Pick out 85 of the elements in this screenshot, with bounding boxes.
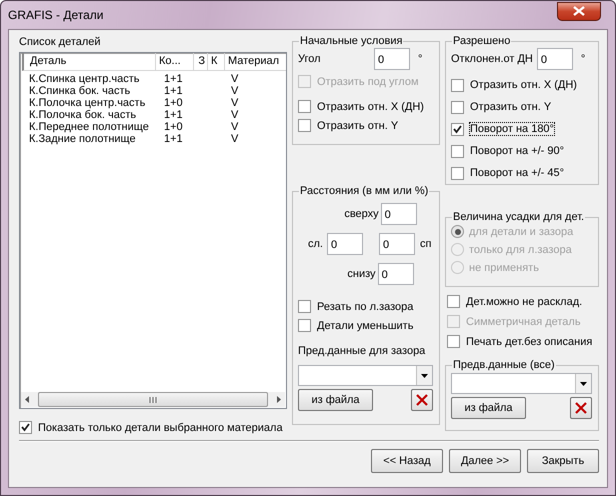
list-row[interactable]: К.Переднее полотнище 1+0 V [24,121,286,133]
clear-button[interactable] [570,397,592,419]
list-row[interactable]: К.Полочка бок. часть 1+1 V [24,109,286,121]
option-checkbox[interactable]: Дет.можно не расклад. [447,294,599,309]
radio-label: для детали и зазора [469,226,574,238]
scroll-left-icon[interactable] [25,396,30,403]
option-checkbox[interactable]: Резать по л.зазора [298,299,433,314]
radio-label: не применять [469,262,539,274]
unit-label: ° [418,53,422,65]
dialog-button[interactable]: << Назад [371,449,443,473]
x-icon [416,394,428,406]
option-checkbox[interactable]: Поворот на +/- 45° [451,166,592,180]
left-label: сл. [308,238,323,250]
clear-button[interactable] [411,389,433,411]
group-title: Начальные условия [299,35,404,47]
close-icon [573,6,585,16]
table-cell-text: 1+1 [163,85,184,97]
load-file-button[interactable]: из файла [298,389,373,411]
table-cell-text: К.Полочка бок. часть [28,109,138,121]
option-checkbox[interactable]: Печать дет.без описания [447,334,599,349]
option-checkbox[interactable]: Поворот на 180° [451,122,592,136]
caret-icon [580,382,587,386]
angle-field[interactable]: 0 [374,48,410,70]
table-cell-text: V [230,109,240,121]
grip-icon [149,396,157,402]
group-title: Расстояния (в мм или %) [299,185,430,197]
load-file-button[interactable]: из файла [451,397,526,419]
list-label: Список деталей [19,35,102,49]
horizontal-scrollbar[interactable] [21,392,285,407]
table-cell-text: К.Полочка центр.часть [28,97,146,109]
check-icon [453,124,462,134]
list-row[interactable]: К.Спинка центр.часть 1+1 V [24,73,286,85]
radio-label: только для л.зазора [469,244,572,256]
table-cell-text: К.Спинка центр.часть [28,73,141,85]
table-cell-text: 1+0 [163,121,184,133]
dialog-button[interactable]: Закрыть [527,449,599,473]
table-cell-text: 1+1 [163,133,184,145]
table-cell-text: V [230,97,240,109]
bottom-label: снизу [347,268,376,280]
group-title: Разрешено [452,35,512,47]
right-distance-field[interactable]: 0 [378,233,415,255]
scroll-right-icon[interactable] [276,396,281,403]
column-header[interactable]: Материал [225,53,285,70]
list-row[interactable]: К.Задние полотнище 1+1 V [24,133,286,145]
option-checkbox[interactable]: Отразить отн. Y [298,118,433,133]
option-checkbox[interactable]: Отразить отн. Y [451,100,592,114]
column-header[interactable]: З [194,53,208,70]
table-cell-text: V [230,85,240,97]
list-row[interactable]: К.Полочка центр.часть 1+0 V [24,97,286,109]
option-checkbox[interactable]: Отразить отн. X (ДН) [298,99,433,114]
top-distance-field[interactable]: 0 [380,203,417,225]
filter-checkbox[interactable]: Показать только детали выбранного материала [19,420,287,435]
dialog-button[interactable]: Далее >> [449,449,521,473]
table-cell-text: 1+1 [163,109,184,121]
option-checkbox[interactable]: Детали уменьшить [298,318,433,333]
table-cell-text: К.Спинка бок. часть [28,85,132,97]
table-cell-text: К.Переднее полотнище [28,121,150,133]
column-header[interactable]: К [208,53,225,70]
window-title: GRAFIS - Детали [8,8,104,22]
column-header[interactable]: Ко... [156,53,194,70]
table-cell-text: К.Задние полотнище [28,133,137,145]
preset-label: Пред.данные для зазора [298,345,426,357]
option-checkbox[interactable]: Поворот на +/- 90° [451,144,592,158]
option-checkbox[interactable]: Отразить отн. X (ДН) [451,78,592,92]
top-label: сверху [344,208,379,220]
table-cell-text: 1+0 [163,97,184,109]
deviation-label: Отклонен.от ДН [451,53,533,65]
group-title: Величина усадки для дет. [452,211,586,223]
deviation-field[interactable]: 0 [536,48,573,70]
table-cell-text: V [230,73,240,85]
left-distance-field[interactable]: 0 [326,233,363,255]
list-row[interactable]: К.Спинка бок. часть 1+1 V [24,85,286,97]
bottom-distance-field[interactable]: 0 [378,263,414,285]
column-header[interactable]: Деталь [24,53,156,70]
group-title: Предв.данные (все) [452,359,556,371]
close-button[interactable] [557,2,601,20]
unit-label: ° [580,53,586,65]
table-cell-text: 1+1 [163,73,184,85]
caret-icon [421,374,428,378]
angle-label: Угол [298,53,322,65]
table-cell-text: V [230,133,240,145]
check-icon [21,423,30,432]
table-cell-text: V [230,121,240,133]
right-label: сп [420,238,432,250]
x-icon [575,402,587,414]
